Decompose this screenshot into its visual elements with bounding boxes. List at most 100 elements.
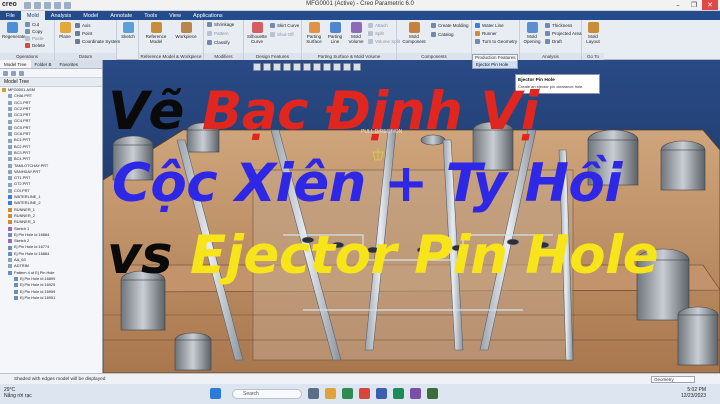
ribbon: Regenerate Cut Copy Paste Delete Operati… — [0, 20, 720, 60]
create-molding-button[interactable]: Create Molding — [431, 23, 469, 28]
group-label: Go To — [582, 53, 604, 60]
sketch-button[interactable]: Sketch — [119, 22, 137, 39]
draft-button[interactable]: Draft — [545, 39, 562, 44]
split-button[interactable]: Split — [368, 31, 384, 36]
thickness-button[interactable]: Thickness — [545, 23, 572, 28]
silhouette-curve-button[interactable]: Silhouette Curve — [246, 22, 268, 44]
tab-applications[interactable]: Applications — [187, 11, 229, 20]
skirt-curve-button[interactable]: Skirt Curve — [270, 23, 299, 28]
tab-mold[interactable]: Mold — [20, 11, 45, 20]
reference-model-button[interactable]: Reference Model — [143, 22, 169, 44]
tree-item-icon — [8, 163, 12, 168]
tab-file[interactable]: File — [0, 11, 21, 20]
close-button[interactable]: ✕ — [702, 0, 718, 10]
attach-button[interactable]: Attach — [368, 23, 388, 28]
app-icon[interactable] — [410, 388, 421, 399]
coordinate-system-button[interactable]: Coordinate System — [75, 39, 120, 44]
tab-analysis[interactable]: Analysis — [45, 11, 77, 20]
chrome-icon[interactable] — [359, 388, 370, 399]
zoom-out-icon[interactable] — [273, 63, 281, 71]
water-line-icon — [475, 23, 480, 28]
tree-columns-icon[interactable] — [19, 71, 24, 76]
tree-item[interactable]: Ej Pin Hole id 16951 — [0, 295, 102, 301]
tab-view[interactable]: View — [163, 11, 187, 20]
excel-icon[interactable] — [393, 388, 404, 399]
mold-component-button[interactable]: Mold Component — [400, 22, 428, 44]
group-operations: Regenerate Cut Copy Paste Delete Operati… — [0, 20, 55, 60]
workpiece-icon — [180, 22, 192, 33]
taskbar-search[interactable]: Search — [232, 389, 302, 399]
group-label: Components — [397, 53, 471, 60]
zoom-in-icon[interactable] — [263, 63, 271, 71]
pinned-apps — [308, 388, 438, 399]
axis-button[interactable]: Axis — [75, 23, 91, 28]
tree-item-icon — [8, 188, 12, 193]
tree-item-icon — [14, 283, 18, 288]
water-line-button[interactable]: Water Line — [475, 23, 504, 28]
tab-model-tree[interactable]: Model Tree — [0, 60, 31, 68]
tab-folder-browser[interactable]: Folder B — [31, 60, 56, 68]
file-explorer-icon[interactable] — [325, 388, 336, 399]
workpiece-button[interactable]: Workpiece — [173, 22, 199, 39]
cut-button[interactable]: Cut — [25, 22, 39, 27]
mold-opening-button[interactable]: Mold Opening — [522, 22, 542, 44]
spin-center-icon[interactable] — [343, 63, 351, 71]
volume-split-button[interactable]: Volume Split — [368, 39, 400, 44]
minimize-button[interactable]: – — [670, 0, 686, 10]
classify-button[interactable]: Classify — [207, 40, 230, 45]
edge-icon[interactable] — [342, 388, 353, 399]
tree-item-icon — [8, 251, 12, 256]
projected-area-button[interactable]: Projected Area — [545, 31, 582, 36]
repaint-icon[interactable] — [283, 63, 291, 71]
tree-item-label: Ej Pin Hole id 16951 — [20, 294, 56, 300]
regenerate-button[interactable]: Regenerate — [2, 22, 26, 39]
tab-favorites[interactable]: Favorites — [56, 60, 83, 68]
plane-button[interactable]: Plane — [57, 22, 73, 39]
windows-start-icon[interactable] — [210, 388, 221, 399]
tab-model[interactable]: Model — [77, 11, 104, 20]
tree-item-icon — [8, 270, 12, 275]
parting-line-button[interactable]: Parting Line — [325, 22, 345, 44]
parting-surface-button[interactable]: Parting Surface — [304, 22, 324, 44]
tree-settings-icon[interactable] — [3, 71, 8, 76]
task-view-icon[interactable] — [308, 388, 319, 399]
perspective-icon[interactable] — [353, 63, 361, 71]
paste-icon — [25, 36, 30, 41]
creo-taskbar-icon[interactable] — [427, 388, 438, 399]
pattern-button[interactable]: Pattern — [207, 31, 229, 36]
shut-off-button[interactable]: Shut-Off — [270, 32, 294, 37]
point-button[interactable]: Point — [75, 31, 92, 36]
shrinkage-button[interactable]: Shrinkage — [207, 22, 234, 27]
mold-volume-button[interactable]: Mold Volume — [346, 22, 366, 44]
overlay-line-3: vs Ejector Pin Hole — [107, 225, 659, 286]
view-manager-icon[interactable] — [313, 63, 321, 71]
display-style-icon[interactable] — [293, 63, 301, 71]
delete-button[interactable]: Delete — [25, 43, 45, 48]
runner-button[interactable]: Runner — [475, 31, 497, 36]
datum-display-icon[interactable] — [323, 63, 331, 71]
system-clock[interactable]: 5:02 PM 12/23/2023 — [681, 387, 706, 399]
tree-item-icon — [8, 226, 12, 231]
saved-orientations-icon[interactable] — [303, 63, 311, 71]
ejector-pin-hole-menu-item[interactable]: Ejector Pin Hole — [473, 61, 517, 68]
tree-item-icon — [8, 94, 12, 99]
tab-annotate[interactable]: Annotate — [104, 11, 138, 20]
overlay-line-3-yellow: Ejector Pin Hole — [190, 225, 659, 286]
tab-tools[interactable]: Tools — [138, 11, 163, 20]
refit-icon[interactable] — [253, 63, 261, 71]
mold-layout-button[interactable]: Mold Layout — [583, 22, 603, 44]
copy-button[interactable]: Copy — [25, 29, 43, 34]
tree-filter-icon[interactable] — [11, 71, 16, 76]
word-icon[interactable] — [376, 388, 387, 399]
annotation-display-icon[interactable] — [333, 63, 341, 71]
turn-to-geometry-button[interactable]: Turn to Geometry — [475, 39, 517, 44]
tree-item-icon — [2, 88, 6, 93]
tree-item-icon — [8, 144, 12, 149]
regenerate-icon — [6, 22, 18, 33]
catalog-button[interactable]: Catalog — [431, 32, 454, 37]
paste-button[interactable]: Paste — [25, 36, 44, 41]
weather-widget[interactable]: 29°C Nắng rời rạc — [4, 387, 32, 399]
selection-filter[interactable]: Geometry — [651, 376, 695, 383]
group-reference-model: Reference Model Workpiece Reference Mode… — [139, 20, 204, 60]
maximize-button[interactable]: ❐ — [686, 0, 702, 10]
